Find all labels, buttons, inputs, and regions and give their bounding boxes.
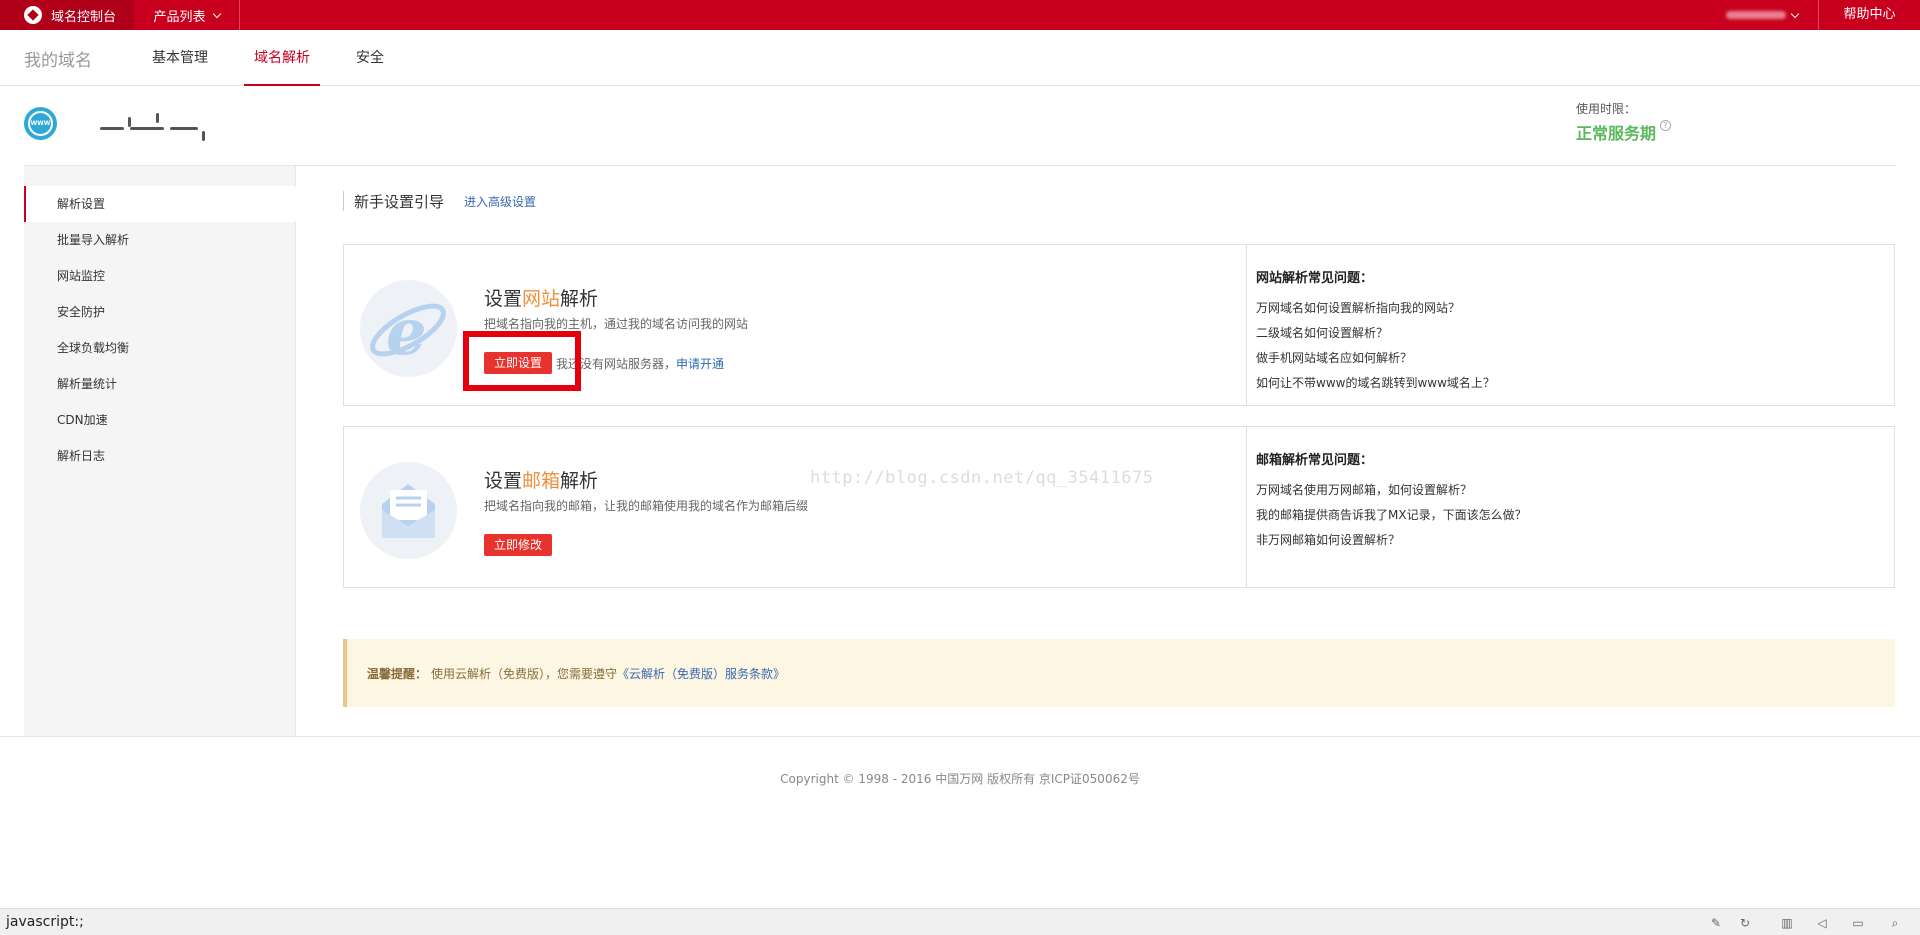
faq-item[interactable]: 非万网邮箱如何设置解析？ [1256, 531, 1400, 548]
apply-now-link[interactable]: 申请开通 [676, 357, 724, 371]
window-icon[interactable]: ▭ [1851, 916, 1865, 930]
tab-basic-management[interactable]: 基本管理 [152, 30, 208, 86]
pin-icon[interactable]: ✎ [1709, 916, 1723, 930]
chevron-down-icon [1790, 9, 1800, 18]
highlight-annotation-box [463, 331, 581, 391]
sidebar-item-cdn[interactable]: CDN加速 [24, 402, 296, 438]
email-faq-title: 邮箱解析常见问题： [1256, 453, 1374, 468]
copyright: Copyright © 1998 - 2016 中国万网 版权所有 京ICP证0… [780, 772, 1140, 786]
brand-logo-icon [24, 6, 42, 24]
faq-item[interactable]: 做手机网站域名应如何解析？ [1256, 349, 1412, 366]
sub-navigation: 我的域名 基本管理 域名解析 安全 [0, 30, 1920, 86]
speaker-icon[interactable]: ◁ [1815, 916, 1829, 930]
search-icon[interactable]: ⌕ [1888, 916, 1902, 930]
website-card-description: 把域名指向我的主机，通过我的域名访问我的网站 [484, 317, 749, 331]
help-center-link[interactable]: 帮助中心 [1818, 0, 1920, 30]
status-url-text: javascript:; [6, 914, 84, 930]
website-resolution-card: e 设置网站解析 把域名指向我的主机，通过我的域名访问我的网站 立即设置 我还没… [343, 244, 1895, 406]
guide-title: 新手设置引导 [354, 192, 445, 211]
browser-status-bar: javascript:; ✎ ↻ ▥ ◁ ▭ ⌕ [0, 908, 1920, 935]
sidebar: 解析设置 批量导入解析 网站监控 安全防护 全球负载均衡 解析量统计 CDN加速… [24, 166, 296, 736]
svg-text:e: e [386, 295, 427, 370]
service-status-text: 正常服务期 [1576, 124, 1657, 143]
service-status: 正常服务期? [1576, 120, 1672, 144]
tab-security[interactable]: 安全 [356, 30, 384, 86]
faq-item[interactable]: 如何让不带www的域名跳转到www域名上？ [1256, 374, 1495, 391]
domain-header: WWW 使用时限： 正常服务期? [24, 86, 1896, 166]
domain-name-redacted [100, 113, 228, 141]
brand-label: 域名控制台 [51, 9, 117, 25]
server-apply-text: 我还没有网站服务器，申请开通 [556, 357, 725, 371]
sidebar-item-dns-settings[interactable]: 解析设置 [24, 186, 296, 222]
notice-text: 使用云解析（免费版），您需要遵守 [431, 666, 618, 681]
guide-header: 新手设置引导 进入高级设置 [343, 191, 536, 211]
chevron-down-icon [212, 9, 221, 18]
modify-now-button[interactable]: 立即修改 [484, 534, 552, 556]
browser-e-icon: e [360, 280, 457, 377]
sidebar-item-load-balance[interactable]: 全球负载均衡 [24, 330, 296, 366]
usage-period-label: 使用时限： [1576, 102, 1637, 116]
trash-icon[interactable]: ▥ [1780, 916, 1794, 930]
product-list-label: 产品列表 [153, 9, 206, 25]
username-blurred [1726, 11, 1786, 19]
www-globe-icon: WWW [24, 107, 57, 140]
sidebar-item-batch-import[interactable]: 批量导入解析 [24, 222, 296, 258]
faq-item[interactable]: 二级域名如何设置解析？ [1256, 324, 1388, 341]
email-resolution-card: 设置邮箱解析 把域名指向我的邮箱，让我的邮箱使用我的域名作为邮箱后缀 立即修改 … [343, 426, 1895, 588]
user-menu[interactable] [1726, 0, 1800, 30]
notice-banner: 温馨提醒： 使用云解析（免费版），您需要遵守 《云解析（免费版）服务条款》 [343, 639, 1895, 707]
top-bar: 域名控制台 产品列表 帮助中心 [0, 0, 1920, 30]
sidebar-item-dns-log[interactable]: 解析日志 [24, 438, 296, 474]
envelope-icon [360, 462, 457, 559]
email-card-title: 设置邮箱解析 [484, 470, 599, 492]
refresh-icon[interactable]: ↻ [1738, 916, 1752, 930]
notice-label: 温馨提醒： [367, 666, 428, 681]
terms-link[interactable]: 《云解析（免费版）服务条款》 [617, 665, 785, 682]
watermark: http://blog.csdn.net/qq_35411675 [810, 468, 1154, 488]
brand-link[interactable]: 域名控制台 [0, 0, 134, 30]
tab-dns-resolution[interactable]: 域名解析 [244, 30, 320, 86]
faq-item[interactable]: 我的邮箱提供商告诉我了MX记录，下面该怎么做？ [1256, 506, 1527, 523]
website-faq-title: 网站解析常见问题： [1256, 271, 1374, 286]
product-list-menu[interactable]: 产品列表 [134, 0, 240, 30]
sidebar-item-security[interactable]: 安全防护 [24, 294, 296, 330]
footer-divider [0, 736, 1920, 737]
faq-item[interactable]: 万网域名如何设置解析指向我的网站？ [1256, 299, 1460, 316]
page-title: 我的域名 [24, 51, 92, 71]
website-card-title: 设置网站解析 [484, 288, 599, 310]
email-card-description: 把域名指向我的邮箱，让我的邮箱使用我的域名作为邮箱后缀 [484, 499, 809, 513]
question-icon[interactable]: ? [1660, 120, 1672, 131]
advanced-settings-link[interactable]: 进入高级设置 [464, 193, 536, 210]
sidebar-item-statistics[interactable]: 解析量统计 [24, 366, 296, 402]
sidebar-item-site-monitor[interactable]: 网站监控 [24, 258, 296, 294]
faq-item[interactable]: 万网域名使用万网邮箱，如何设置解析？ [1256, 481, 1472, 498]
